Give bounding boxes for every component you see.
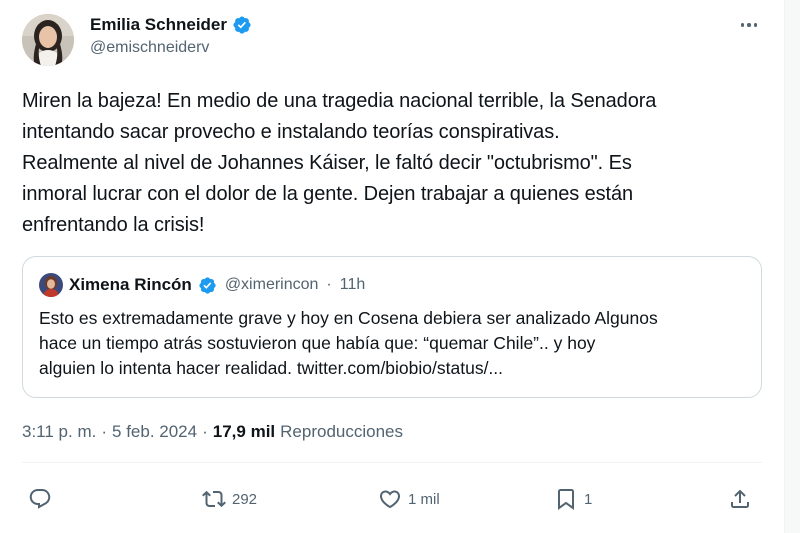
author-handle[interactable]: @emischneiderv <box>90 39 252 57</box>
retweet-count: 292 <box>232 490 258 508</box>
tweet-text: Miren la bajeza! En medio de una tragedi… <box>22 86 762 241</box>
verified-badge-icon[interactable] <box>198 276 217 295</box>
tweet-text-line: Realmente al nivel de Johannes Káiser, l… <box>22 152 632 174</box>
quoted-time[interactable]: 11h <box>340 276 366 294</box>
tweet-text-line: intentando sacar provecho e instalando t… <box>22 121 560 143</box>
bookmark-icon <box>558 489 574 510</box>
quoted-separator: · <box>326 276 332 293</box>
divider <box>22 462 762 463</box>
more-options-icon[interactable] <box>736 12 762 38</box>
action-bar: 292 1 mil 1 <box>22 482 762 516</box>
quoted-author-avatar[interactable] <box>39 273 63 297</box>
views-label: Reproducciones <box>280 422 403 441</box>
verified-badge-icon[interactable] <box>232 15 252 35</box>
bookmark-count: 1 <box>584 490 593 508</box>
share-button[interactable] <box>728 482 752 516</box>
reply-button[interactable] <box>28 482 58 516</box>
quoted-tweet-text: Esto es extremadamente grave y hoy en Co… <box>39 306 751 381</box>
tweet-text-line: Miren la bajeza! En medio de una tragedi… <box>22 90 657 112</box>
quoted-tweet[interactable]: Ximena Rincón @ximerincon · 11h Esto es … <box>22 256 762 398</box>
tweet-text-line: inmoral lucrar con el dolor de la gente.… <box>22 183 634 205</box>
meta-separator: · <box>101 422 108 441</box>
bookmark-button[interactable]: 1 <box>554 482 592 516</box>
tweet-meta: 3:11 p. m. · 5 feb. 2024 · 17,9 mil Repr… <box>22 422 403 442</box>
share-icon <box>731 489 749 508</box>
retweet-button[interactable]: 292 <box>202 482 257 516</box>
quoted-text-line: alguien lo intenta hacer realidad. twitt… <box>39 358 504 378</box>
heart-icon <box>379 490 401 509</box>
retweet-icon <box>202 490 226 508</box>
like-button[interactable]: 1 mil <box>378 482 440 516</box>
quoted-text-line: hace un tiempo atrás sostuvieron que hab… <box>39 333 596 353</box>
tweet-text-line: enfrentando la crisis! <box>22 214 205 236</box>
tweet: Emilia Schneider @emischneiderv Miren la… <box>0 0 784 533</box>
quoted-text-line: Esto es extremadamente grave y hoy en Co… <box>39 308 658 328</box>
like-count: 1 mil <box>408 490 440 508</box>
tweet-date[interactable]: 5 feb. 2024 <box>112 422 197 442</box>
quoted-author-handle[interactable]: @ximerincon <box>225 276 319 294</box>
author-avatar[interactable] <box>22 14 74 66</box>
tweet-time[interactable]: 3:11 p. m. <box>22 422 96 442</box>
author-block: Emilia Schneider @emischneiderv <box>90 14 252 57</box>
quoted-author-name[interactable]: Ximena Rincón <box>69 275 192 295</box>
quoted-author-avatar-image <box>39 273 63 297</box>
reply-icon <box>29 489 51 509</box>
scrollbar-track[interactable] <box>784 0 800 533</box>
quoted-tweet-header: Ximena Rincón @ximerincon · 11h <box>39 273 365 297</box>
author-name[interactable]: Emilia Schneider <box>90 15 227 35</box>
author-avatar-image <box>22 14 74 66</box>
meta-separator: · <box>202 422 208 441</box>
views-count: 17,9 mil <box>212 422 276 441</box>
